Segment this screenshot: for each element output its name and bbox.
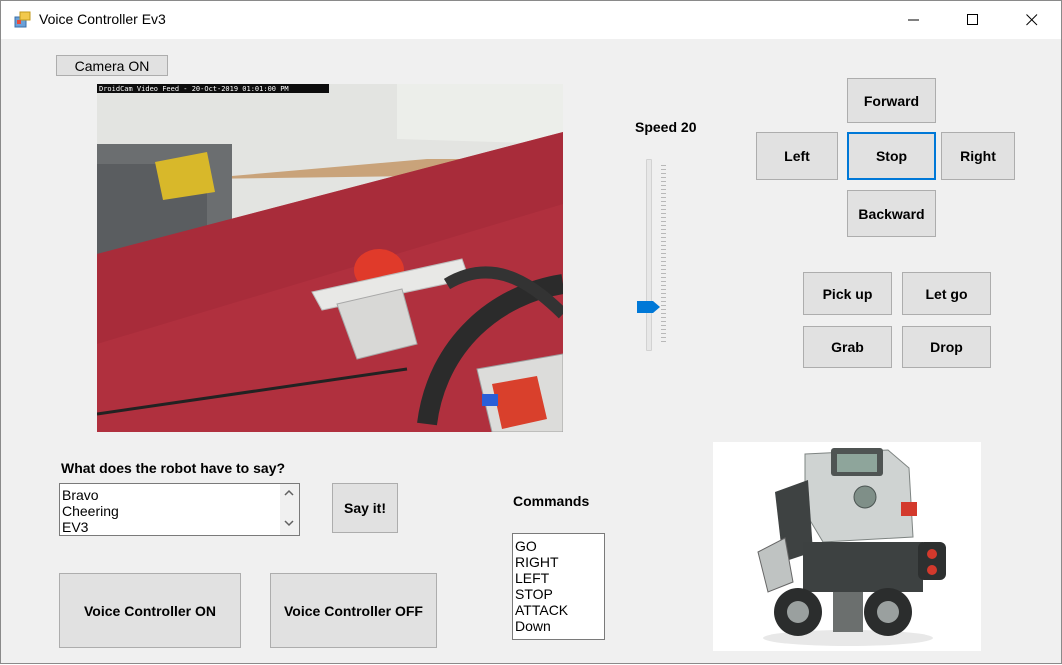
app-icon — [14, 11, 31, 28]
list-item[interactable]: EV3 — [60, 519, 299, 535]
list-item[interactable]: Down — [513, 618, 604, 634]
right-button[interactable]: Right — [941, 132, 1015, 180]
title-bar: Voice Controller Ev3 — [1, 1, 1061, 39]
left-button[interactable]: Left — [756, 132, 838, 180]
camera-overlay-text: DroidCam Video Feed - 20-Oct-2019 01:01:… — [99, 85, 289, 93]
voice-controller-on-button[interactable]: Voice Controller ON — [59, 573, 241, 648]
say-it-button[interactable]: Say it! — [332, 483, 398, 533]
say-listbox[interactable]: Bravo Cheering EV3 — [59, 483, 300, 536]
stop-button[interactable]: Stop — [847, 132, 936, 180]
speed-slider-thumb[interactable] — [637, 301, 661, 313]
maximize-icon — [967, 14, 978, 25]
minimize-icon — [908, 19, 919, 21]
commands-label: Commands — [513, 493, 590, 509]
minimize-button[interactable] — [885, 1, 943, 39]
speed-slider-ticks — [661, 165, 666, 343]
drop-button[interactable]: Drop — [902, 326, 991, 368]
client-area: Camera ON DroidCam Video Feed - 20-Oct-2… — [1, 39, 1061, 663]
list-item[interactable]: Bravo — [60, 487, 299, 503]
list-item[interactable]: GO — [513, 538, 604, 554]
say-scrollbar[interactable] — [280, 484, 299, 535]
voice-controller-off-button[interactable]: Voice Controller OFF — [270, 573, 437, 648]
speed-label: Speed 20 — [635, 119, 697, 135]
list-item[interactable]: LEFT — [513, 570, 604, 586]
commands-listbox[interactable]: GO RIGHT LEFT STOP ATTACK Down — [512, 533, 605, 640]
pick-up-button[interactable]: Pick up — [803, 272, 892, 315]
close-icon — [1026, 14, 1038, 26]
list-item[interactable]: STOP — [513, 586, 604, 602]
camera-toggle-button[interactable]: Camera ON — [56, 55, 168, 76]
app-window: Voice Controller Ev3 Camera ON DroidCam … — [0, 0, 1062, 664]
camera-image: DroidCam Video Feed - 20-Oct-2019 01:01:… — [97, 84, 563, 432]
list-item[interactable]: ATTACK — [513, 602, 604, 618]
grab-button[interactable]: Grab — [803, 326, 892, 368]
scroll-down-icon[interactable] — [284, 519, 294, 527]
window-title: Voice Controller Ev3 — [39, 11, 166, 27]
let-go-button[interactable]: Let go — [902, 272, 991, 315]
forward-button[interactable]: Forward — [847, 78, 936, 123]
close-button[interactable] — [1003, 1, 1061, 39]
list-item[interactable]: Cheering — [60, 503, 299, 519]
say-label: What does the robot have to say? — [61, 460, 286, 476]
list-item[interactable]: RIGHT — [513, 554, 604, 570]
backward-button[interactable]: Backward — [847, 190, 936, 237]
scroll-up-icon[interactable] — [284, 489, 294, 497]
robot-image — [713, 442, 981, 651]
camera-feed: DroidCam Video Feed - 20-Oct-2019 01:01:… — [97, 84, 563, 432]
speed-slider-track[interactable] — [646, 159, 652, 351]
maximize-button[interactable] — [944, 1, 1002, 39]
ev3-robot-picture — [757, 448, 946, 646]
